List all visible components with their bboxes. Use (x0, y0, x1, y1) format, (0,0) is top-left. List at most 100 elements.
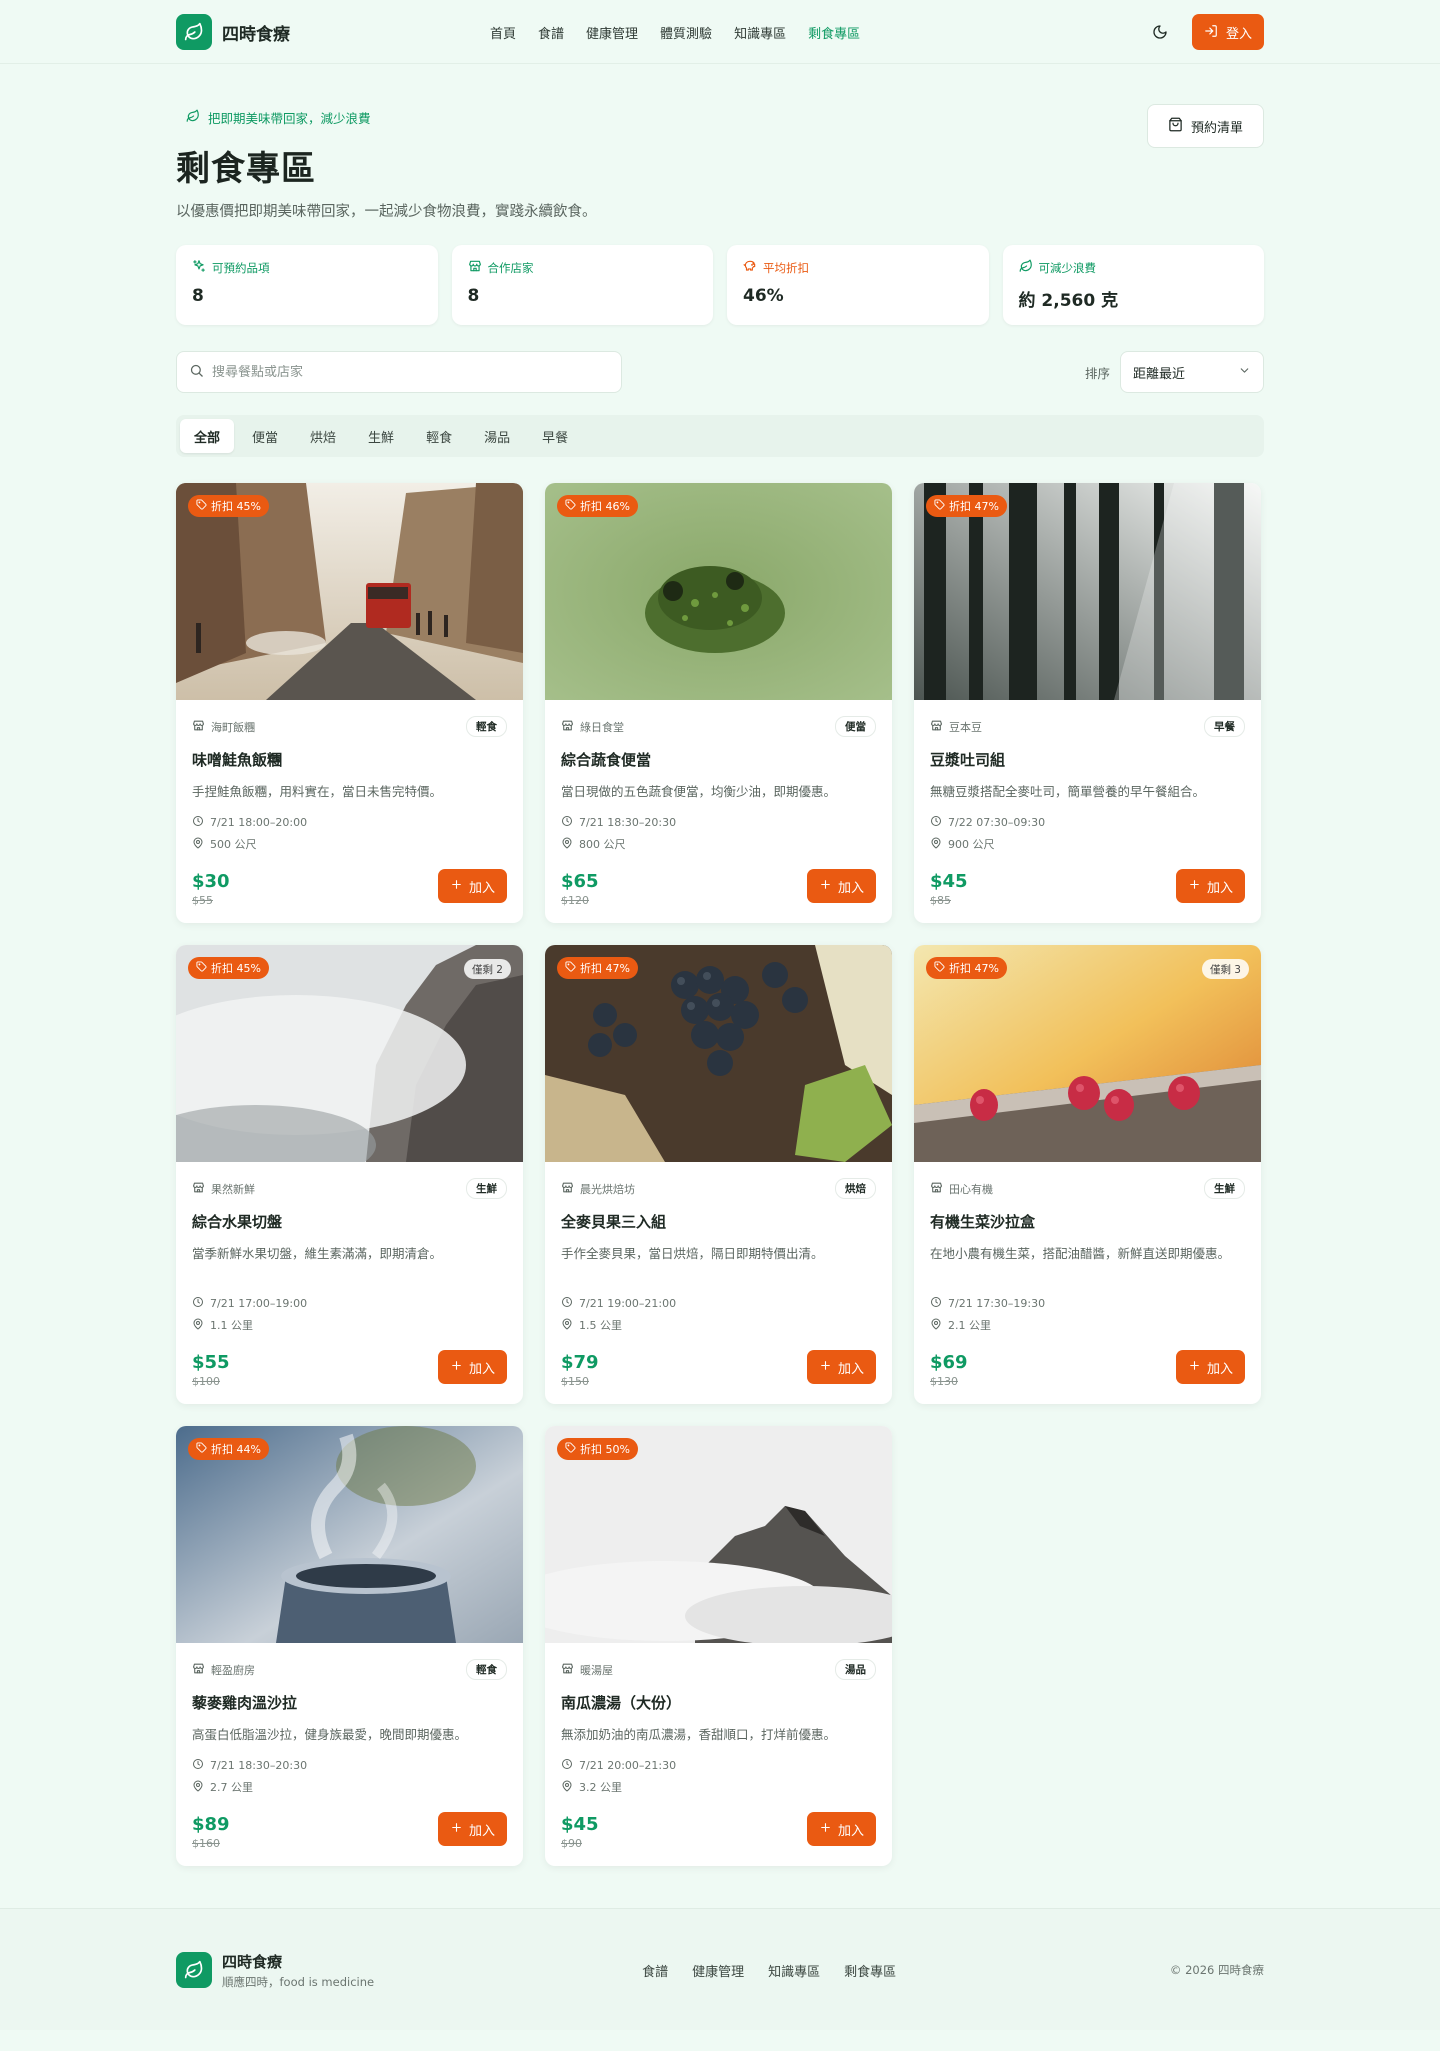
category-tab[interactable]: 烘焙 (296, 419, 350, 453)
clock-icon (192, 815, 204, 830)
clock-icon (561, 1758, 573, 1773)
discount-text: 折扣 47% (580, 962, 630, 975)
product-card[interactable]: 折扣 44% 輕盈廚房 輕食 藜麥雞肉溫沙拉 高蛋白低脂溫沙拉，健身族最愛，晚間即期優惠… (176, 1426, 523, 1866)
footer-link[interactable]: 食譜 (642, 1961, 668, 1980)
footer-brand[interactable]: 四時食療 順應四時，food is medicine (176, 1951, 374, 1990)
clock-icon (561, 815, 573, 830)
brand-name: 四時食療 (222, 24, 290, 45)
product-card[interactable]: 折扣 47% 晨光烘焙坊 烘焙 全麥貝果三入組 手作全麥貝果，當日烘焙，隔日即期特價出清… (545, 945, 892, 1404)
category-tab[interactable]: 生鮮 (354, 419, 408, 453)
add-button[interactable]: 加入 (437, 1350, 507, 1384)
add-button-label: 加入 (468, 1822, 495, 1838)
product-card[interactable]: 折扣 47% 僅剩 3 田心有機 生鮮 有機生菜沙拉盒 在地小農有機生菜，搭配油醋醬，新鮮… (914, 945, 1261, 1404)
tag-icon (196, 499, 207, 513)
map-pin-icon (561, 837, 573, 852)
stat-label: 合作店家 (468, 259, 698, 276)
footer-link[interactable]: 知識專區 (768, 1961, 820, 1980)
stat-label-text: 可減少浪費 (1038, 260, 1097, 275)
pickup-time-text: 7/21 17:00–19:00 (210, 1296, 308, 1310)
sale-price: $55 (192, 1352, 230, 1373)
product-card[interactable]: 折扣 46% 綠日食堂 便當 綜合蔬食便當 當日現做的五色蔬食便當，均衡少油，即期優惠。… (545, 483, 892, 923)
product-description: 無糖豆漿搭配全麥吐司，簡單營養的早午餐組合。 (930, 784, 1206, 799)
piggy-bank-icon (743, 259, 757, 276)
store-name: 果然新鮮 (192, 1181, 255, 1197)
product-card[interactable]: 折扣 45% 海町飯糰 輕食 味噌鮭魚飯糰 手捏鮭魚飯糰，用料實在，當日未售完特價。 7/… (176, 483, 523, 923)
discount-text: 折扣 45% (211, 500, 261, 513)
pickup-time-text: 7/21 17:30–19:30 (948, 1296, 1046, 1310)
add-button[interactable]: 加入 (806, 1350, 876, 1384)
page-title: 剩食專區 (176, 149, 316, 189)
nav-item[interactable]: 剩食專區 (808, 23, 860, 42)
hero-tag: 把即期美味帶回家，減少浪費 (176, 104, 381, 131)
distance-text: 3.2 公里 (579, 1781, 622, 1794)
distance: 2.7 公里 (192, 1776, 507, 1798)
pickup-time-text: 7/21 18:30–20:30 (579, 815, 677, 829)
login-button[interactable]: 登入 (1191, 14, 1264, 50)
booking-list-button[interactable]: 預約清單 (1146, 104, 1264, 148)
product-card[interactable]: 折扣 45% 僅剩 2 果然新鮮 生鮮 綜合水果切盤 當季新鮮水果切盤，維生素滿滿，即期清… (176, 945, 523, 1404)
category-tab[interactable]: 便當 (238, 419, 292, 453)
product-name: 全麥貝果三入組 (561, 1213, 667, 1231)
search-box (176, 351, 622, 393)
distance-text: 500 公尺 (210, 838, 257, 851)
sort-select[interactable]: 距離最近 (1120, 351, 1264, 393)
add-button[interactable]: 加入 (437, 1812, 507, 1846)
search-input[interactable] (212, 364, 609, 380)
add-button[interactable]: 加入 (1175, 1350, 1245, 1384)
product-card[interactable]: 折扣 47% 豆本豆 早餐 豆漿吐司組 無糖豆漿搭配全麥吐司，簡單營養的早午餐組合。 7/… (914, 483, 1261, 923)
store-name: 海町飯糰 (192, 719, 255, 735)
store-name-text: 果然新鮮 (211, 1182, 255, 1196)
footer-slogan: 順應四時，food is medicine (222, 1974, 375, 1989)
pickup-time: 7/22 07:30–09:30 (930, 811, 1245, 833)
add-button-label: 加入 (1206, 879, 1233, 895)
stat-card: 平均折扣 46% (727, 245, 989, 325)
footer-nav: 食譜 健康管理 知識專區 剩食專區 (642, 1961, 896, 1980)
tag-icon (196, 1442, 207, 1456)
original-price: $130 (930, 1375, 958, 1388)
store-name-text: 綠日食堂 (580, 720, 624, 734)
stat-value: 8 (192, 286, 204, 306)
site-header: 四時食療 首頁 食譜 健康管理 體質測驗 知識專區 剩食專區 登入 (0, 0, 1440, 64)
product-card[interactable]: 折扣 50% 暖湯屋 湯品 南瓜濃湯（大份） 無添加奶油的南瓜濃湯，香甜順口，打烊前優惠… (545, 1426, 892, 1866)
footer-link[interactable]: 剩食專區 (844, 1961, 896, 1980)
plus-icon (819, 878, 832, 894)
nav-item[interactable]: 健康管理 (586, 23, 638, 42)
distance-text: 2.7 公里 (210, 1781, 253, 1794)
add-button[interactable]: 加入 (806, 1812, 876, 1846)
tag-icon (934, 961, 945, 975)
login-icon (1204, 24, 1218, 41)
store-name-text: 輕盈廚房 (211, 1663, 255, 1677)
category-tab[interactable]: 早餐 (528, 419, 582, 453)
discount-badge: 折扣 45% (188, 957, 269, 979)
tag-icon (565, 1442, 576, 1456)
add-button[interactable]: 加入 (806, 869, 876, 903)
leaf-logo-icon (176, 14, 212, 50)
stats-row: 可預約品項 8 合作店家 8 平均折扣 46% 可減少浪費約 2,560 克 (176, 245, 1264, 325)
nav-item[interactable]: 食譜 (538, 23, 564, 42)
add-button[interactable]: 加入 (437, 869, 507, 903)
brand[interactable]: 四時食療 (176, 14, 290, 50)
category-tab[interactable]: 輕食 (412, 419, 466, 453)
store-icon (192, 1662, 205, 1678)
leaf-icon (1019, 259, 1033, 276)
discount-badge: 折扣 50% (557, 1438, 638, 1460)
moon-icon[interactable] (1144, 16, 1176, 48)
nav-item[interactable]: 知識專區 (734, 23, 786, 42)
product-image: 折扣 47% (914, 483, 1261, 700)
nav-item[interactable]: 體質測驗 (660, 23, 712, 42)
distance: 2.1 公里 (930, 1314, 1245, 1336)
store-name: 田心有機 (930, 1181, 993, 1197)
discount-text: 折扣 44% (211, 1443, 261, 1456)
pickup-time: 7/21 19:00–21:00 (561, 1292, 876, 1314)
nav-item[interactable]: 首頁 (490, 23, 516, 42)
plus-icon (450, 878, 463, 894)
add-button-label: 加入 (837, 1360, 864, 1376)
leaf-icon (186, 109, 200, 126)
stat-card: 合作店家 8 (451, 245, 713, 325)
chevron-down-icon (1238, 364, 1251, 381)
category-tab[interactable]: 湯品 (470, 419, 524, 453)
footer-link[interactable]: 健康管理 (692, 1961, 744, 1980)
add-button[interactable]: 加入 (1175, 869, 1245, 903)
category-tab[interactable]: 全部 (180, 419, 235, 453)
stat-label: 可預約品項 (192, 259, 422, 276)
